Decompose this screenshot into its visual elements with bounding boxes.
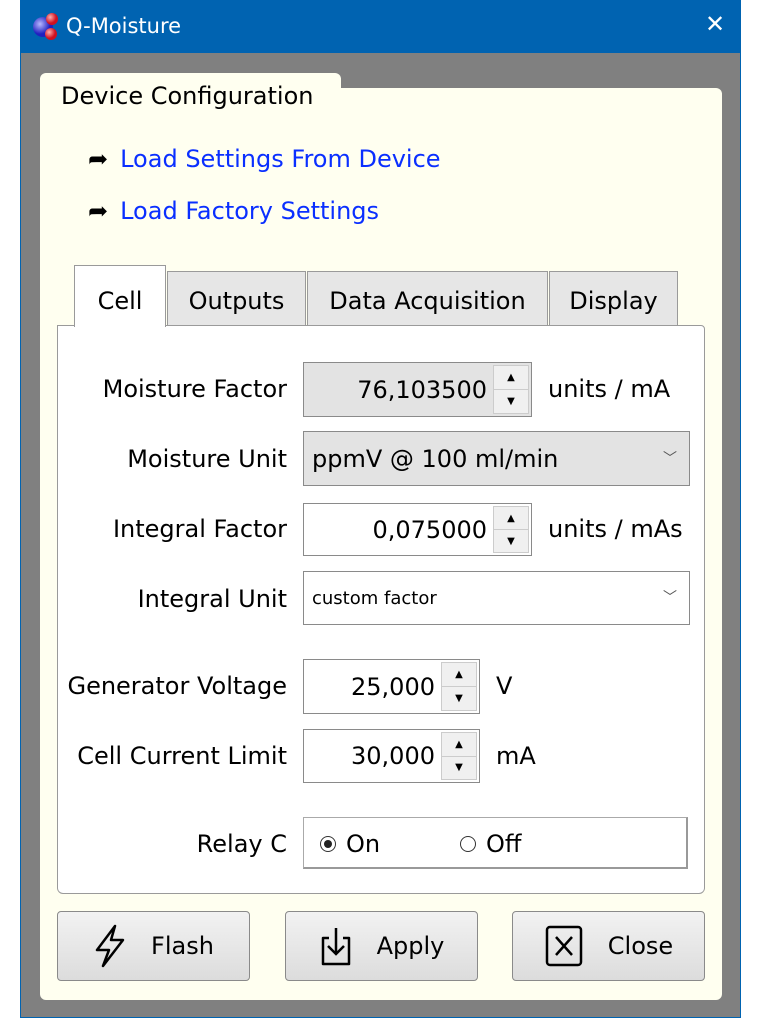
close-box-icon bbox=[545, 925, 583, 967]
integral-factor-label: Integral Factor bbox=[112, 515, 287, 543]
button-label: Close bbox=[607, 932, 674, 960]
download-tray-icon bbox=[321, 928, 350, 966]
generator-voltage-spinner[interactable]: 25,000 ▲ ▼ bbox=[303, 659, 480, 714]
moisture-factor-spinner[interactable]: 76,103500 ▲ ▼ bbox=[303, 362, 532, 417]
chevron-down-icon: ﹀ bbox=[663, 590, 677, 606]
tab-display[interactable]: Display bbox=[549, 271, 678, 326]
moisture-unit-label: Moisture Unit bbox=[127, 445, 287, 473]
share-arrow-icon: ➦ bbox=[88, 145, 109, 173]
load-factory-settings-link[interactable]: ➦ Load Factory Settings bbox=[88, 197, 379, 225]
window-title: Q-Moisture bbox=[66, 14, 182, 38]
apply-button[interactable]: Apply bbox=[285, 911, 478, 981]
moisture-factor-label: Moisture Factor bbox=[102, 375, 287, 403]
generator-voltage-value: 25,000 bbox=[351, 672, 435, 701]
spin-down-icon[interactable]: ▼ bbox=[442, 686, 476, 710]
generator-voltage-label: Generator Voltage bbox=[67, 672, 287, 700]
moisture-unit-dropdown[interactable]: ppmV @ 100 ml/min ﹀ bbox=[303, 431, 690, 486]
moisture-unit-value: ppmV @ 100 ml/min bbox=[312, 444, 559, 473]
relay-c-label: Relay C bbox=[196, 830, 287, 858]
radio-label: On bbox=[346, 830, 381, 858]
window-close-icon[interactable]: ✕ bbox=[700, 10, 730, 38]
app-logo-icon bbox=[33, 13, 58, 40]
lightning-icon bbox=[95, 924, 125, 968]
cell-current-limit-unit: mA bbox=[496, 742, 536, 770]
cell-current-limit-value: 30,000 bbox=[351, 742, 435, 770]
flash-button[interactable]: Flash bbox=[57, 911, 250, 981]
radio-checked-icon bbox=[320, 836, 336, 852]
share-arrow-icon: ➦ bbox=[88, 197, 109, 225]
tab-cell[interactable]: Cell bbox=[74, 265, 166, 327]
tab-outputs[interactable]: Outputs bbox=[167, 271, 306, 326]
integral-unit-value: custom factor bbox=[312, 587, 437, 609]
generator-voltage-unit: V bbox=[496, 672, 513, 700]
integral-unit-dropdown[interactable]: custom factor ﹀ bbox=[303, 571, 690, 625]
relay-c-radio-group: On Off bbox=[303, 817, 688, 869]
relay-off-radio[interactable]: Off bbox=[460, 830, 521, 858]
group-title: Device Configuration bbox=[61, 82, 314, 110]
title-bar: Q-Moisture ✕ bbox=[20, 0, 741, 53]
moisture-factor-value: 76,103500 bbox=[357, 375, 487, 404]
link-label: Load Factory Settings bbox=[120, 197, 380, 225]
button-label: Flash bbox=[151, 932, 214, 960]
spin-up-icon[interactable]: ▲ bbox=[494, 366, 528, 389]
spin-down-icon[interactable]: ▼ bbox=[442, 755, 476, 780]
spin-up-icon[interactable]: ▲ bbox=[494, 507, 528, 529]
button-label: Apply bbox=[376, 932, 445, 960]
cell-current-limit-label: Cell Current Limit bbox=[77, 742, 287, 770]
integral-factor-value: 0,075000 bbox=[372, 515, 487, 544]
spin-up-icon[interactable]: ▲ bbox=[442, 663, 476, 686]
spin-down-icon[interactable]: ▼ bbox=[494, 529, 528, 552]
radio-unchecked-icon bbox=[460, 836, 476, 852]
link-label: Load Settings From Device bbox=[120, 145, 441, 173]
relay-on-radio[interactable]: On bbox=[320, 830, 380, 858]
close-button[interactable]: Close bbox=[512, 911, 705, 981]
moisture-factor-unit: units / mA bbox=[548, 375, 671, 403]
integral-factor-unit: units / mAs bbox=[548, 515, 683, 543]
chevron-down-icon: ﹀ bbox=[663, 450, 677, 467]
cell-current-limit-spinner[interactable]: 30,000 ▲ ▼ bbox=[303, 729, 480, 783]
spin-up-icon[interactable]: ▲ bbox=[442, 733, 476, 756]
spin-down-icon[interactable]: ▼ bbox=[494, 389, 528, 413]
load-settings-from-device-link[interactable]: ➦ Load Settings From Device bbox=[88, 145, 441, 173]
radio-label: Off bbox=[486, 830, 522, 858]
integral-factor-spinner[interactable]: 0,075000 ▲ ▼ bbox=[303, 503, 532, 556]
integral-unit-label: Integral Unit bbox=[137, 585, 287, 613]
tab-data-acquisition[interactable]: Data Acquisition bbox=[307, 271, 548, 326]
